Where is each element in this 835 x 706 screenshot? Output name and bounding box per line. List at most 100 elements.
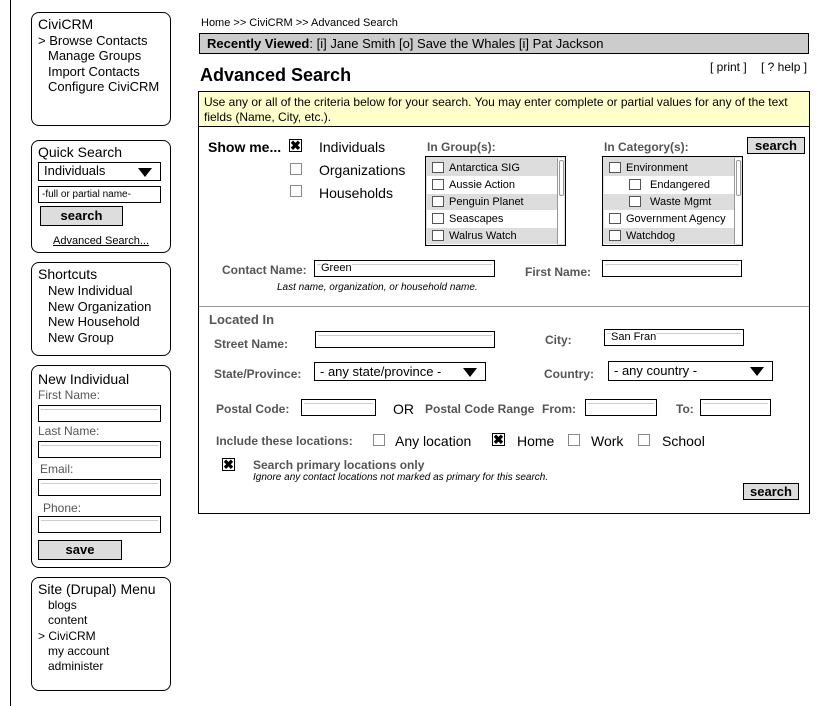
group-item[interactable]: Aussie Action [427,177,557,194]
shortcut-new-group[interactable]: New Group [48,330,114,345]
shortcut-new-organization[interactable]: New Organization [48,299,151,314]
menu-item-import-contacts[interactable]: Import Contacts [48,64,140,79]
category-item[interactable]: Endangered [604,177,734,194]
postal-code-input[interactable] [301,399,376,416]
category-checkbox[interactable] [609,162,621,173]
group-checkbox[interactable] [432,196,444,207]
category-item[interactable]: Waste Mgmt [604,194,734,211]
postal-to-input[interactable] [700,399,771,416]
category-item-label: Environment [626,162,688,174]
categories-scrollbar[interactable] [734,158,741,244]
email-input[interactable] [38,479,161,496]
advanced-search-link[interactable]: Advanced Search... [53,235,149,247]
group-item[interactable]: Walrus Watch [427,228,557,245]
breadcrumb[interactable]: Home >> CiviCRM >> Advanced Search [201,17,398,29]
recently-viewed-label: Recently Viewed [207,36,310,51]
site-menu-item-administer[interactable]: administer [48,659,103,673]
country-select[interactable]: - any country - [608,361,773,381]
quick-search-box: Quick Search Individuals -full or partia… [31,140,171,253]
state-select[interactable]: - any state/province - [314,362,486,381]
group-item-label: Penguin Planet [449,196,524,208]
group-item-label: Walrus Watch [449,230,517,242]
any-location-checkbox[interactable] [373,434,385,446]
phone-input[interactable] [38,516,161,533]
scrollbar-thumb[interactable] [736,160,741,196]
contact-type-value: Individuals [44,163,106,178]
contact-name-label: Contact Name: [222,263,307,277]
group-item[interactable]: Seascapes [427,211,557,228]
group-checkbox[interactable] [432,213,444,224]
scrollbar-thumb[interactable] [559,160,564,196]
work-label: Work [591,433,624,449]
contact-type-select[interactable]: Individuals [38,162,161,181]
new-individual-title: New Individual [38,371,130,387]
group-item[interactable]: Penguin Planet [427,194,557,211]
menu-item-manage-groups[interactable]: Manage Groups [48,48,141,63]
postal-code-label: Postal Code: [216,402,290,416]
search-button-bottom[interactable]: search [743,483,799,500]
section-divider [199,306,809,307]
first-name-search-input[interactable] [602,260,742,277]
group-item[interactable]: Antarctica SIG [427,160,557,177]
groups-listbox[interactable]: Antarctica SIG Aussie Action Penguin Pla… [425,156,566,246]
organizations-checkbox[interactable] [290,163,302,175]
shortcut-new-household[interactable]: New Household [48,314,140,329]
category-checkbox[interactable] [609,213,621,224]
primary-only-checkbox[interactable]: ✖ [222,458,235,471]
organizations-label: Organizations [319,162,406,178]
work-checkbox[interactable] [568,434,580,446]
chevron-down-icon [138,168,152,177]
site-menu-item-content[interactable]: content [48,613,87,627]
country-value: - any country - [614,363,698,378]
site-menu-title: Site (Drupal) Menu [38,581,156,597]
groups-scrollbar[interactable] [557,158,564,244]
contact-name-input[interactable]: Green [314,260,495,277]
category-item[interactable]: Watchdog [604,228,734,245]
menu-item-browse-contacts[interactable]: > Browse Contacts [38,33,147,48]
category-item-label: Government Agency [626,213,726,225]
civicrm-menu-title: CiviCRM [38,16,94,32]
first-name-input[interactable] [38,405,161,422]
category-item[interactable]: Government Agency [604,211,734,228]
categories-listbox[interactable]: Environment Endangered Waste Mgmt Govern… [602,156,743,246]
site-menu-box: Site (Drupal) Menu blogs content > CiviC… [31,577,171,691]
last-name-input[interactable] [38,441,161,458]
quick-search-button[interactable]: search [40,206,123,226]
search-button-top[interactable]: search [747,137,805,154]
first-name-label: First Name: [38,388,101,402]
categories-label: In Category(s): [604,140,689,154]
state-value: - any state/province - [320,364,442,379]
print-link[interactable]: [ print ] [710,60,747,74]
group-item-label: Antarctica SIG [449,162,520,174]
households-checkbox[interactable] [290,185,302,197]
category-item-label: Endangered [650,179,710,191]
menu-item-configure-civicrm[interactable]: Configure CiviCRM [48,79,159,94]
from-label: From: [542,402,576,416]
category-checkbox[interactable] [609,230,621,241]
group-checkbox[interactable] [432,179,444,190]
quick-search-name-input[interactable]: -full or partial name- [38,186,161,203]
school-checkbox[interactable] [638,434,650,446]
postal-from-input[interactable] [585,399,657,416]
site-menu-item-blogs[interactable]: blogs [48,598,77,612]
group-checkbox[interactable] [432,230,444,241]
category-checkbox[interactable] [629,179,641,190]
category-checkbox[interactable] [629,196,641,207]
site-menu-item-my-account[interactable]: my account [48,644,109,658]
shortcut-new-individual[interactable]: New Individual [48,283,133,298]
or-label: OR [393,401,414,417]
street-name-input[interactable] [315,331,495,348]
save-button[interactable]: save [38,540,122,560]
home-checkbox[interactable]: ✖ [492,433,505,446]
category-item[interactable]: Environment [604,160,734,177]
group-item-label: Aussie Action [449,179,516,191]
civicrm-menu-box: CiviCRM > Browse Contacts Manage Groups … [31,12,171,126]
help-link[interactable]: [ ? help ] [761,60,807,74]
group-checkbox[interactable] [432,162,444,173]
site-menu-item-civicrm[interactable]: > CiviCRM [38,629,96,643]
last-name-label: Last Name: [38,424,100,438]
individuals-checkbox[interactable]: ✖ [289,139,302,152]
instructions-box: Use any or all of the criteria below for… [199,92,809,127]
recently-viewed-items[interactable]: : [i] Jane Smith [o] Save the Whales [i]… [309,36,603,51]
city-input[interactable]: San Fran [604,329,744,346]
